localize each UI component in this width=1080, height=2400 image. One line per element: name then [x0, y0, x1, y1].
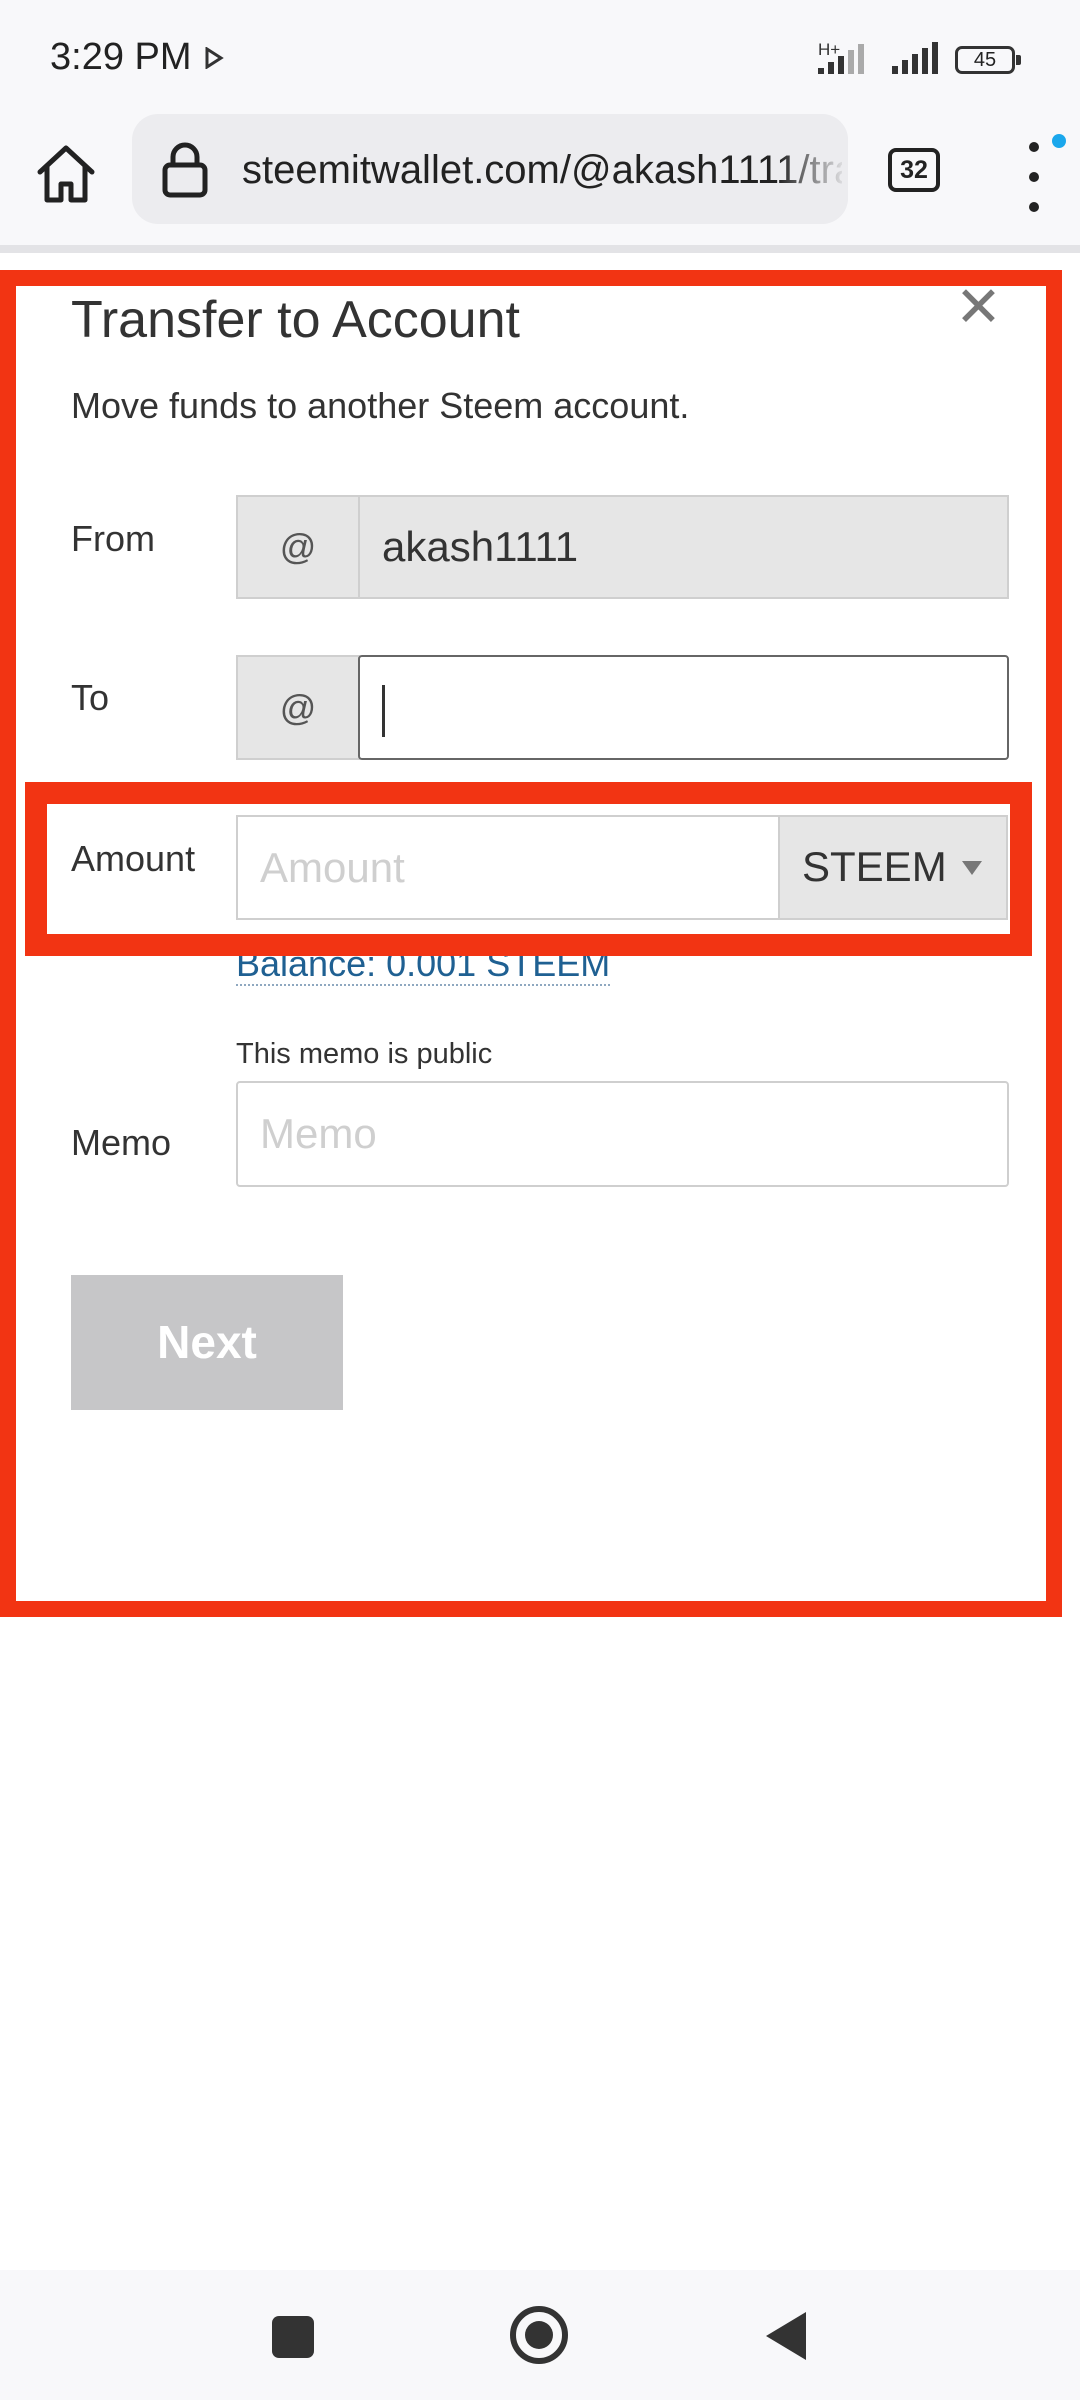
signal-icon — [892, 42, 938, 74]
system-nav-bar — [0, 2270, 1080, 2400]
home-icon[interactable] — [30, 138, 102, 210]
url-bar[interactable]: steemitwallet.com/@akash1111/transfers — [132, 114, 848, 224]
status-time: 3:29 PM — [50, 36, 192, 78]
home-circle-icon[interactable] — [510, 2306, 568, 2364]
tabs-icon[interactable]: 32 — [888, 148, 940, 192]
menu-icon[interactable] — [1022, 142, 1046, 212]
browser-toolbar: steemitwallet.com/@akash1111/transfers 3… — [0, 110, 1080, 253]
battery-icon: 45 — [955, 46, 1021, 74]
recent-apps-icon[interactable] — [272, 2316, 314, 2358]
notification-dot — [1052, 134, 1066, 148]
url-fade — [778, 114, 848, 224]
signal-icon — [818, 44, 864, 74]
status-bar: 3:29 PM H+ 45 — [0, 0, 1080, 110]
annotation-frame-amount — [25, 782, 1032, 956]
lock-icon[interactable] — [160, 141, 210, 199]
play-icon — [205, 47, 224, 69]
url-text[interactable]: steemitwallet.com/@akash1111/transfers — [242, 148, 842, 193]
back-icon[interactable] — [766, 2312, 806, 2360]
